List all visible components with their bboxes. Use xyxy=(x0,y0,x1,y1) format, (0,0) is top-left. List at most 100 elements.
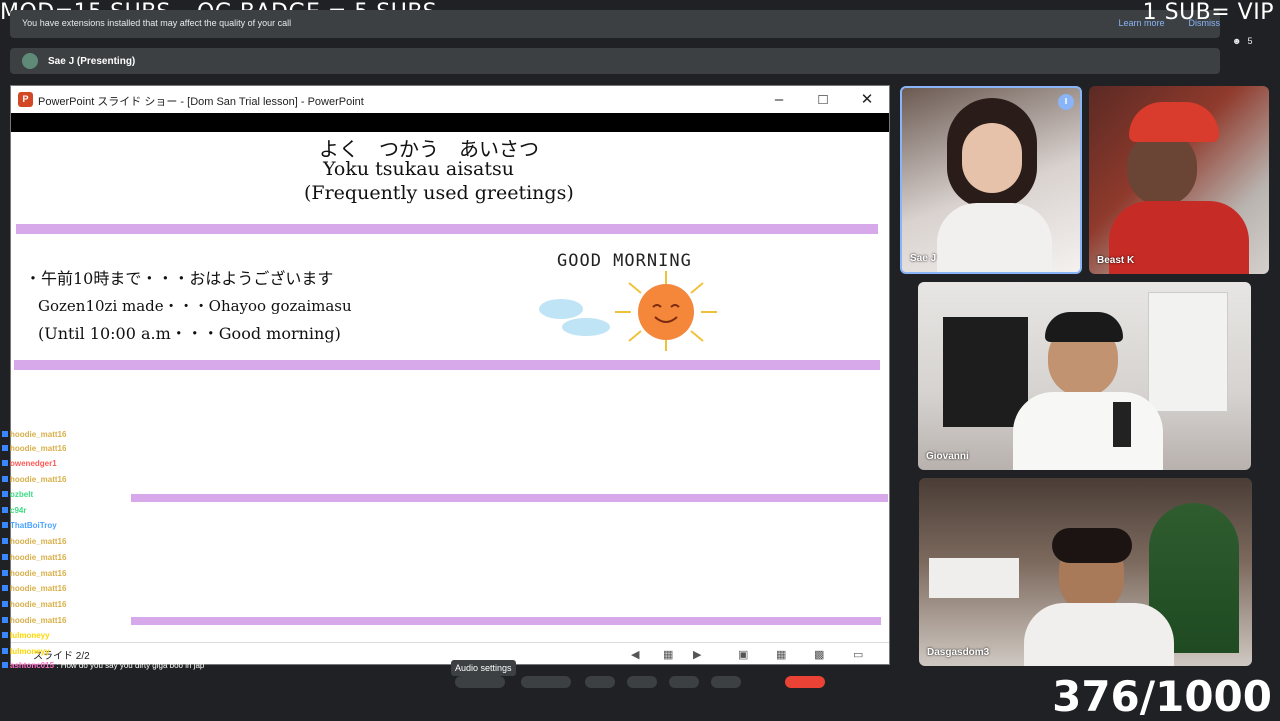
next-slide-icon[interactable]: ▶ xyxy=(693,648,701,661)
chat-message: lulmoneyy : xyxy=(2,647,54,656)
chat-username: hoodie_matt16 xyxy=(10,475,67,484)
chat-message: owenedger1 : xyxy=(2,459,61,468)
powerpoint-window: P PowerPoint スライド ショー - [Dom San Trial l… xyxy=(10,85,890,665)
slide-title-en: (Frequently used greetings) xyxy=(304,182,574,204)
presenting-label: Sae J (Presenting) xyxy=(48,56,136,67)
minimize-icon[interactable]: – xyxy=(769,90,789,110)
chat-badge-icon xyxy=(2,554,8,560)
grid-view-icon[interactable]: ▦ xyxy=(776,648,786,661)
chat-message-text: : xyxy=(66,569,71,578)
audio-settings-tooltip: Audio settings xyxy=(451,660,516,676)
extensions-banner-text: You have extensions installed that may a… xyxy=(22,18,292,28)
participant-hair xyxy=(1052,528,1132,563)
chat-badge-icon xyxy=(2,632,8,638)
participant-clothing xyxy=(1024,603,1174,666)
captions-button[interactable] xyxy=(585,676,615,688)
participant-name: Sae J xyxy=(910,253,937,264)
slide-canvas: よく つかう あいさつ Yoku tsukau aisatsu (Frequen… xyxy=(11,132,889,632)
chat-username: hoodie_matt16 xyxy=(10,616,67,625)
sun-illustration-icon xyxy=(539,271,717,351)
chat-badge-icon xyxy=(2,522,8,528)
presenting-bar[interactable] xyxy=(10,48,1220,74)
chat-message-text: : xyxy=(56,521,62,530)
chat-username: ThatBoiTroy xyxy=(10,521,57,530)
chat-message: hoodie_matt16 : xyxy=(2,600,71,609)
divider-bar-middle xyxy=(14,360,880,370)
leave-call-button[interactable] xyxy=(785,676,825,688)
chat-message-text: : xyxy=(66,584,71,593)
chat-username: hoodie_matt16 xyxy=(10,569,67,578)
chat-username: c94r xyxy=(10,506,27,515)
chat-username: owenedger1 xyxy=(10,459,57,468)
slide-top-band xyxy=(11,113,889,132)
participant-clothing xyxy=(1013,392,1163,470)
present-button[interactable] xyxy=(669,676,699,688)
chat-badge-icon xyxy=(2,585,8,591)
mic-button[interactable] xyxy=(455,676,505,688)
chat-message-text: : xyxy=(66,616,71,625)
more-options-button[interactable] xyxy=(711,676,741,688)
sub-goal-counter: 376/1000 xyxy=(1052,672,1272,721)
chat-message: hoodie_matt16 xyxy=(2,430,66,439)
participant-hat xyxy=(1129,102,1219,142)
chat-message: hoodie_matt16 : xyxy=(2,616,71,625)
chat-message-text: : oyo xyxy=(33,490,53,499)
chat-username: hoodie_matt16 xyxy=(10,584,67,593)
microphone-icon xyxy=(1113,402,1131,447)
chat-badge-icon xyxy=(2,431,8,437)
chat-badge-icon xyxy=(2,538,8,544)
participant-tile-giovanni[interactable]: Giovanni xyxy=(918,282,1251,470)
camera-button[interactable] xyxy=(521,676,571,688)
chat-message-text: : OHIO xyxy=(66,475,94,484)
chat-badge-icon xyxy=(2,570,8,576)
bullet-jp: ・午前10時まで・・・おはようございます xyxy=(25,269,334,288)
divider-bar-bottom xyxy=(131,617,881,625)
chat-badge-icon xyxy=(2,460,8,466)
chat-message-text: : xyxy=(56,459,62,468)
slide-sorter-icon[interactable]: ▦ xyxy=(663,648,673,661)
chat-message-text: : xyxy=(66,444,71,453)
reading-view-icon[interactable]: ▩ xyxy=(814,648,824,661)
participant-tile-dasgasdom3[interactable]: Dasgasdom3 xyxy=(919,478,1252,666)
chat-username: ashtonc015 xyxy=(10,661,55,670)
chat-message: hoodie_matt16 : xyxy=(2,569,71,578)
participant-background-tv xyxy=(943,317,1028,427)
chat-message: hoodie_matt16 : xyxy=(2,584,71,593)
previous-slide-icon[interactable]: ◀ xyxy=(631,648,639,661)
ppt-titlebar[interactable]: P PowerPoint スライド ショー - [Dom San Trial l… xyxy=(11,86,889,113)
participant-tile-sae-j[interactable]: ‖ Sae J xyxy=(900,86,1082,274)
reactions-button[interactable] xyxy=(627,676,657,688)
chat-username: hoodie_matt16 xyxy=(10,430,67,439)
chat-badge-icon xyxy=(2,507,8,513)
chat-message: ThatBoiTroy : xyxy=(2,521,61,530)
normal-view-icon[interactable]: ▣ xyxy=(738,648,748,661)
chat-badge-icon xyxy=(2,601,8,607)
chat-badge-icon xyxy=(2,491,8,497)
participant-name: Giovanni xyxy=(926,451,969,462)
chat-badge-icon xyxy=(2,445,8,451)
close-icon[interactable]: ✕ xyxy=(857,90,877,110)
chat-message: hoodie_matt16 : OHIO xyxy=(2,475,94,484)
participant-face xyxy=(962,123,1022,193)
speaking-indicator-icon: ‖ xyxy=(1058,94,1074,110)
meeting-control-bar xyxy=(455,676,825,688)
people-count[interactable]: ☻ 5 xyxy=(1232,36,1253,46)
chat-message: lulmoneyy : OHIO???? xyxy=(2,631,95,640)
divider-bar-top xyxy=(16,224,878,234)
maximize-icon[interactable]: □ xyxy=(813,90,833,110)
slideshow-view-icon[interactable]: ▭ xyxy=(853,648,863,661)
overlay-vip-text: 1 SUB= VIP xyxy=(1142,0,1274,25)
participant-tile-beast-k[interactable]: Beast K xyxy=(1089,86,1269,274)
chat-message-text: : xyxy=(66,537,71,546)
chat-message-text: : How do you say you dirty giga boo in j… xyxy=(54,661,205,670)
chat-message-text: : OHIO???? xyxy=(49,631,95,640)
chat-message: hoodie_matt16 : xyxy=(2,537,71,546)
bullet-romaji: Gozen10zi made・・・Ohayoo gozaimasu xyxy=(38,297,352,315)
chat-message: ashtonc015 : How do you say you dirty gi… xyxy=(2,661,204,670)
participant-name: Dasgasdom3 xyxy=(927,647,990,658)
bullet-en: (Until 10:00 a.m・・・Good morning) xyxy=(38,324,341,343)
participant-background-door xyxy=(1148,292,1228,412)
people-count-value: 5 xyxy=(1247,36,1253,46)
chat-username: hoodie_matt16 xyxy=(10,444,67,453)
chat-message: hoodie_matt16 : xyxy=(2,444,71,453)
